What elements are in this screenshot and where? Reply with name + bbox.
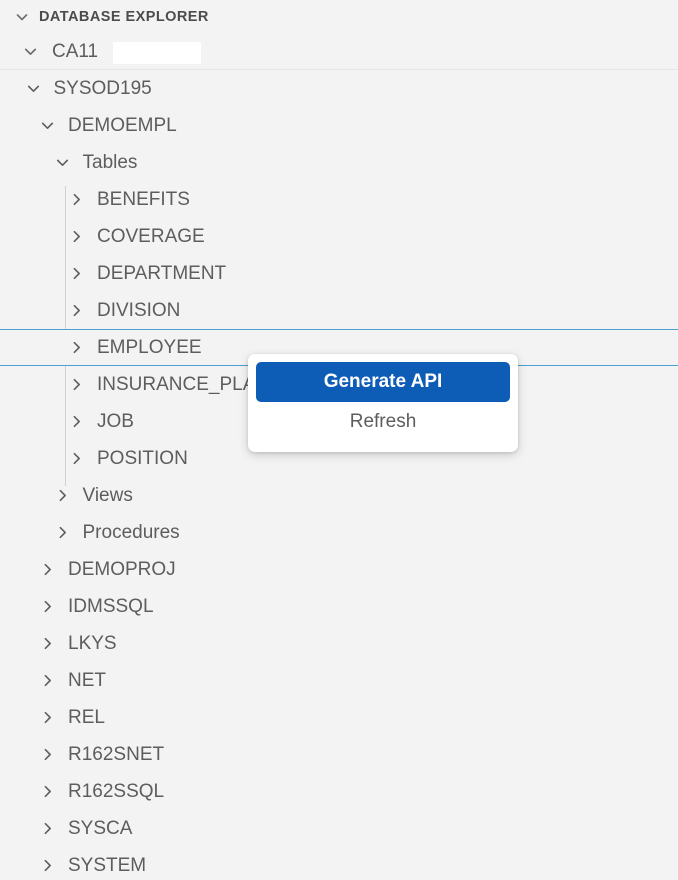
- tree-item-coverage[interactable]: COVERAGE: [0, 218, 678, 255]
- tree-item-department[interactable]: DEPARTMENT: [0, 255, 678, 292]
- tree-item-label: DEMOPROJ: [68, 558, 176, 580]
- chevron-right-icon[interactable]: [39, 820, 56, 837]
- redacted-field: [113, 42, 201, 64]
- menu-item-label: Refresh: [349, 411, 417, 432]
- chevron-down-icon[interactable]: [14, 9, 30, 25]
- tree-item-label: LKYS: [68, 632, 117, 654]
- tree-item-label: BENEFITS: [97, 188, 190, 210]
- tree-item-ca11[interactable]: CA11: [0, 33, 678, 70]
- chevron-right-icon[interactable]: [39, 672, 56, 689]
- chevron-right-icon[interactable]: [39, 598, 56, 615]
- chevron-right-icon[interactable]: [68, 413, 85, 430]
- panel-header-title-row[interactable]: DATABASE EXPLORER: [0, 0, 209, 33]
- tree-item-label: DIVISION: [97, 299, 181, 321]
- tree-item-views[interactable]: Views: [0, 477, 678, 514]
- tree-item-label: Tables: [82, 151, 138, 173]
- tree-item-division[interactable]: DIVISION: [0, 292, 678, 329]
- chevron-down-icon[interactable]: [25, 80, 42, 97]
- tree-item-label: SYSCA: [68, 817, 133, 839]
- chevron-down-icon[interactable]: [54, 154, 71, 171]
- chevron-right-icon[interactable]: [54, 487, 71, 504]
- tree-item-label: SYSTEM: [68, 854, 147, 876]
- chevron-right-icon[interactable]: [68, 191, 85, 208]
- tree-item-lkys[interactable]: LKYS: [0, 625, 678, 662]
- page-title: DATABASE EXPLORER: [39, 8, 209, 25]
- chevron-right-icon[interactable]: [39, 783, 56, 800]
- tree-item-rel[interactable]: REL: [0, 699, 678, 736]
- chevron-right-icon[interactable]: [68, 265, 85, 282]
- tree-item-label: Views: [82, 484, 133, 506]
- menu-item-generate-api[interactable]: Generate API: [256, 362, 510, 402]
- tree-item-label: NET: [68, 669, 106, 691]
- chevron-right-icon[interactable]: [39, 857, 56, 874]
- tree-item-demoempl[interactable]: DEMOEMPL: [0, 107, 678, 144]
- tree-item-demoproj[interactable]: DEMOPROJ: [0, 551, 678, 588]
- tree-item-r162ssql[interactable]: R162SSQL: [0, 773, 678, 810]
- tree-item-label: SYSOD195: [53, 77, 152, 99]
- tree-item-sysod195[interactable]: SYSOD195: [0, 70, 678, 107]
- chevron-down-icon[interactable]: [39, 117, 56, 134]
- tree-item-label: REL: [68, 706, 105, 728]
- database-explorer-panel: DATABASE EXPLORER CA11 SYSOD195 DEMOEMPL T…: [0, 0, 678, 880]
- tree-item-r162snet[interactable]: R162SNET: [0, 736, 678, 773]
- chevron-right-icon[interactable]: [54, 524, 71, 541]
- tree-item-label: R162SNET: [68, 743, 165, 765]
- menu-item-label: Generate API: [323, 371, 443, 392]
- tree-item-label: Procedures: [82, 521, 180, 543]
- tree-item-tables[interactable]: Tables: [0, 144, 678, 181]
- chevron-right-icon[interactable]: [39, 561, 56, 578]
- tree-item-label: DEMOEMPL: [68, 114, 177, 136]
- tree-item-system[interactable]: SYSTEM: [0, 847, 678, 880]
- chevron-right-icon[interactable]: [68, 339, 85, 356]
- context-menu[interactable]: Generate API Refresh: [248, 354, 518, 452]
- tree-item-label: JOB: [97, 410, 134, 432]
- tree-item-label: DEPARTMENT: [97, 262, 227, 284]
- tree-item-label: IDMSSQL: [68, 595, 154, 617]
- tree-item-label: EMPLOYEE: [97, 336, 202, 358]
- tree-item-sysca[interactable]: SYSCA: [0, 810, 678, 847]
- tree-row-list: SYSOD195 DEMOEMPL Tables BENEFITS COVERAGE DE…: [0, 70, 678, 880]
- tree-item-label: CA11: [52, 40, 99, 62]
- chevron-right-icon[interactable]: [68, 450, 85, 467]
- menu-item-refresh[interactable]: Refresh: [256, 402, 510, 442]
- database-tree[interactable]: SYSOD195 DEMOEMPL Tables BENEFITS COVERAGE DE…: [0, 70, 678, 880]
- tree-item-label: INSURANCE_PLAN: [97, 373, 270, 395]
- chevron-right-icon[interactable]: [68, 228, 85, 245]
- panel-header: DATABASE EXPLORER CA11: [0, 0, 678, 70]
- chevron-right-icon[interactable]: [39, 709, 56, 726]
- chevron-right-icon[interactable]: [68, 376, 85, 393]
- tree-item-label: POSITION: [97, 447, 188, 469]
- chevron-right-icon[interactable]: [39, 635, 56, 652]
- tree-item-procedures[interactable]: Procedures: [0, 514, 678, 551]
- tree-item-label: COVERAGE: [97, 225, 205, 247]
- chevron-down-icon[interactable]: [22, 43, 39, 60]
- tree-item-benefits[interactable]: BENEFITS: [0, 181, 678, 218]
- chevron-right-icon[interactable]: [39, 746, 56, 763]
- tree-item-idmssql[interactable]: IDMSSQL: [0, 588, 678, 625]
- tree-item-label: R162SSQL: [68, 780, 165, 802]
- tree-item-net[interactable]: NET: [0, 662, 678, 699]
- chevron-right-icon[interactable]: [68, 302, 85, 319]
